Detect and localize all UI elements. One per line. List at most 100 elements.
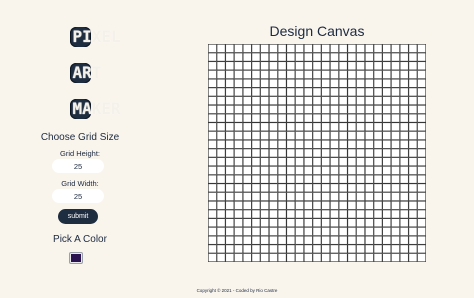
- grid-cell[interactable]: [225, 209, 235, 219]
- grid-cell[interactable]: [269, 148, 278, 158]
- grid-cell[interactable]: [269, 44, 278, 53]
- grid-cell[interactable]: [330, 192, 339, 201]
- grid-cell[interactable]: [417, 166, 426, 175]
- grid-cell[interactable]: [356, 235, 365, 245]
- grid-cell[interactable]: [364, 235, 374, 245]
- grid-cell[interactable]: [225, 244, 235, 254]
- grid-cell[interactable]: [408, 174, 418, 184]
- grid-cell[interactable]: [373, 139, 383, 149]
- grid-cell[interactable]: [242, 166, 252, 175]
- grid-cell[interactable]: [399, 148, 409, 158]
- grid-cell[interactable]: [295, 200, 304, 210]
- grid-cell[interactable]: [269, 87, 278, 97]
- grid-cell[interactable]: [260, 200, 270, 210]
- grid-cell[interactable]: [321, 244, 331, 254]
- grid-cell[interactable]: [347, 96, 357, 106]
- grid-cell[interactable]: [234, 235, 243, 245]
- grid-cell[interactable]: [399, 139, 409, 149]
- grid-cell[interactable]: [391, 78, 400, 88]
- grid-cell[interactable]: [269, 183, 278, 193]
- grid-cell[interactable]: [417, 253, 426, 262]
- grid-cell[interactable]: [382, 157, 392, 167]
- grid-cell[interactable]: [260, 87, 270, 97]
- grid-cell[interactable]: [251, 96, 261, 106]
- grid-cell[interactable]: [234, 183, 243, 193]
- grid-cell[interactable]: [417, 148, 426, 158]
- grid-cell[interactable]: [312, 148, 322, 158]
- grid-cell[interactable]: [391, 174, 400, 184]
- grid-cell[interactable]: [364, 139, 374, 149]
- grid-cell[interactable]: [338, 218, 348, 228]
- grid-cell[interactable]: [408, 139, 418, 149]
- grid-cell[interactable]: [356, 218, 365, 228]
- grid-cell[interactable]: [356, 139, 365, 149]
- grid-cell[interactable]: [216, 235, 226, 245]
- grid-cell[interactable]: [251, 157, 261, 167]
- grid-cell[interactable]: [382, 244, 392, 254]
- grid-cell[interactable]: [330, 122, 339, 132]
- grid-cell[interactable]: [286, 122, 296, 132]
- grid-cell[interactable]: [356, 113, 365, 123]
- grid-cell[interactable]: [303, 148, 313, 158]
- grid-cell[interactable]: [382, 52, 392, 62]
- grid-cell[interactable]: [347, 244, 357, 254]
- grid-cell[interactable]: [251, 131, 261, 140]
- grid-cell[interactable]: [303, 235, 313, 245]
- grid-cell[interactable]: [321, 235, 331, 245]
- grid-cell[interactable]: [225, 166, 235, 175]
- grid-cell[interactable]: [251, 78, 261, 88]
- grid-cell[interactable]: [364, 227, 374, 236]
- grid-cell[interactable]: [303, 227, 313, 236]
- grid-cell[interactable]: [356, 44, 365, 53]
- grid-cell[interactable]: [269, 253, 278, 262]
- grid-cell[interactable]: [321, 253, 331, 262]
- grid-cell[interactable]: [356, 70, 365, 79]
- grid-cell[interactable]: [303, 244, 313, 254]
- grid-cell[interactable]: [321, 52, 331, 62]
- grid-cell[interactable]: [269, 174, 278, 184]
- grid-cell[interactable]: [269, 227, 278, 236]
- grid-cell[interactable]: [277, 166, 287, 175]
- grid-cell[interactable]: [225, 157, 235, 167]
- grid-cell[interactable]: [234, 218, 243, 228]
- grid-cell[interactable]: [312, 200, 322, 210]
- grid-cell[interactable]: [295, 96, 304, 106]
- grid-cell[interactable]: [303, 157, 313, 167]
- grid-cell[interactable]: [251, 148, 261, 158]
- grid-cell[interactable]: [277, 131, 287, 140]
- grid-cell[interactable]: [277, 244, 287, 254]
- grid-cell[interactable]: [303, 105, 313, 114]
- grid-cell[interactable]: [303, 253, 313, 262]
- grid-cell[interactable]: [356, 105, 365, 114]
- grid-cell[interactable]: [234, 113, 243, 123]
- grid-cell[interactable]: [391, 253, 400, 262]
- grid-cell[interactable]: [364, 192, 374, 201]
- grid-cell[interactable]: [216, 244, 226, 254]
- grid-cell[interactable]: [373, 87, 383, 97]
- grid-cell[interactable]: [330, 148, 339, 158]
- grid-cell[interactable]: [356, 174, 365, 184]
- grid-cell[interactable]: [295, 192, 304, 201]
- grid-cell[interactable]: [338, 227, 348, 236]
- grid-cell[interactable]: [286, 105, 296, 114]
- grid-cell[interactable]: [286, 235, 296, 245]
- grid-cell[interactable]: [382, 227, 392, 236]
- grid-cell[interactable]: [347, 78, 357, 88]
- grid-cell[interactable]: [382, 174, 392, 184]
- grid-cell[interactable]: [225, 131, 235, 140]
- grid-cell[interactable]: [321, 87, 331, 97]
- grid-cell[interactable]: [277, 148, 287, 158]
- grid-cell[interactable]: [373, 113, 383, 123]
- grid-cell[interactable]: [373, 61, 383, 71]
- grid-cell[interactable]: [364, 52, 374, 62]
- grid-cell[interactable]: [225, 200, 235, 210]
- grid-cell[interactable]: [330, 235, 339, 245]
- grid-cell[interactable]: [417, 183, 426, 193]
- grid-cell[interactable]: [242, 70, 252, 79]
- grid-cell[interactable]: [356, 78, 365, 88]
- grid-cell[interactable]: [277, 70, 287, 79]
- color-picker[interactable]: [69, 252, 83, 264]
- grid-cell[interactable]: [225, 227, 235, 236]
- grid-cell[interactable]: [286, 183, 296, 193]
- grid-cell[interactable]: [260, 148, 270, 158]
